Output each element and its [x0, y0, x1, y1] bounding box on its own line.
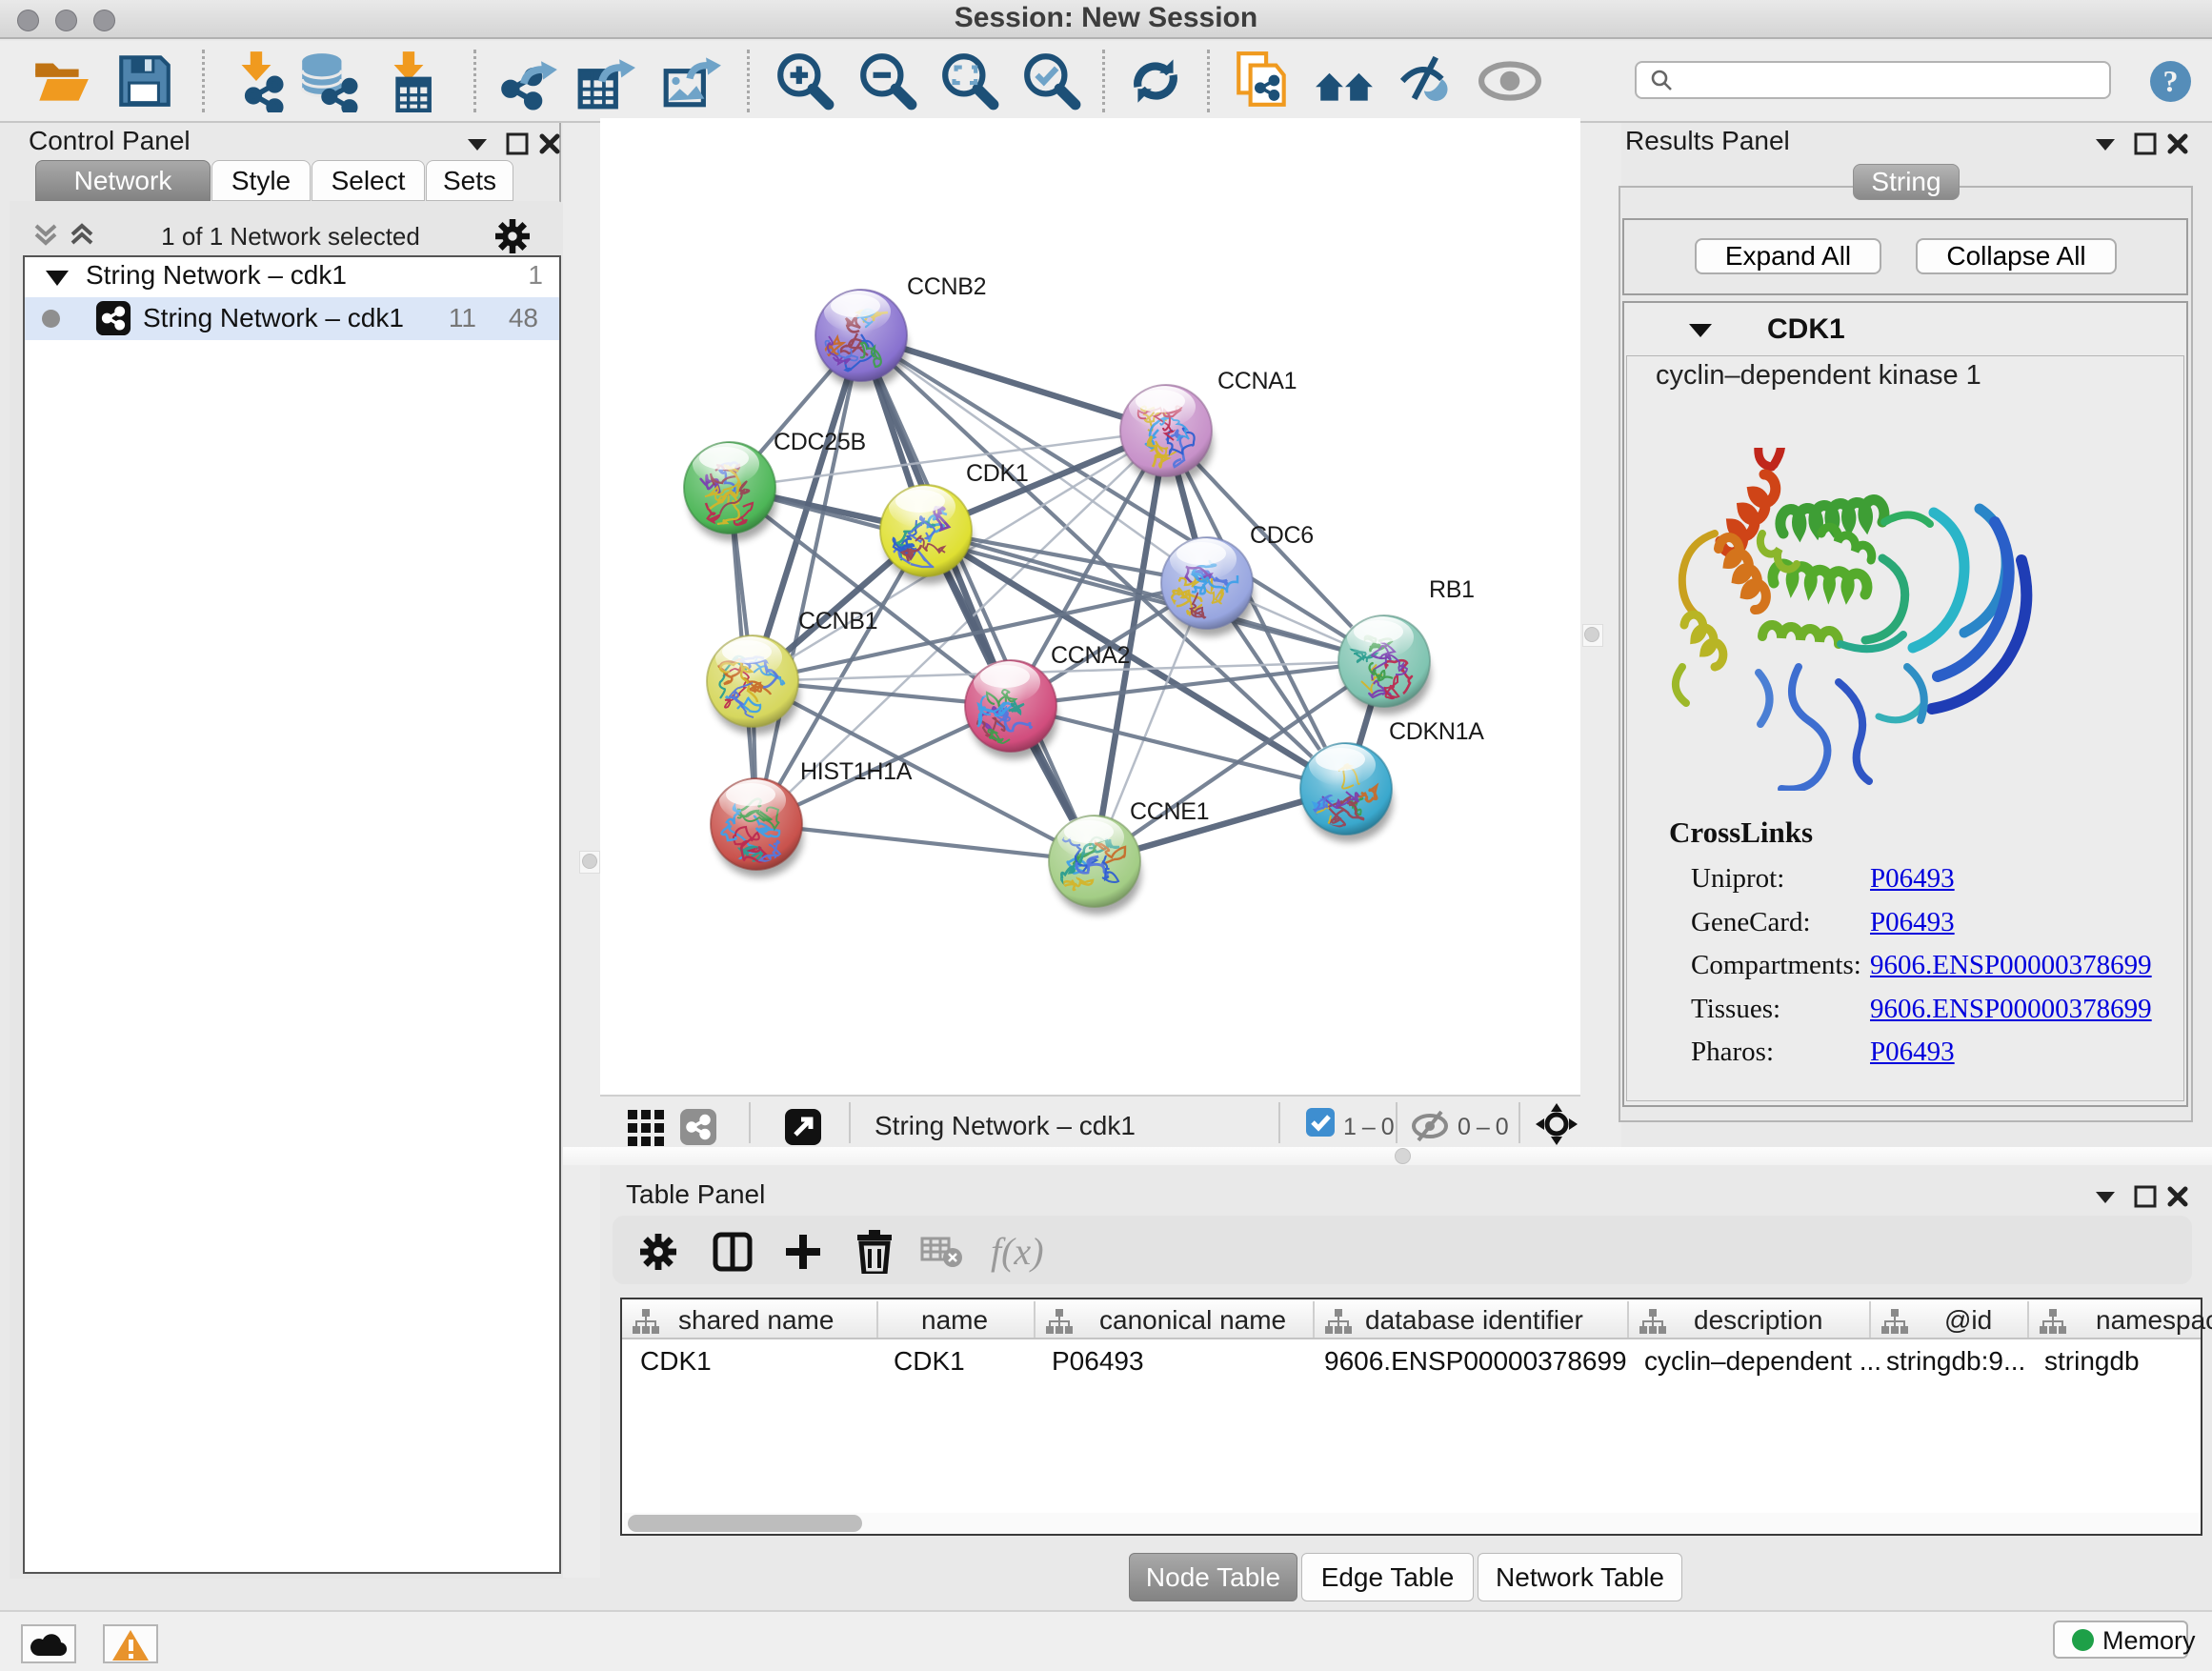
svg-text:CCNA1: CCNA1 — [1217, 368, 1297, 394]
svg-text:CCNB1: CCNB1 — [798, 608, 877, 634]
svg-text:?: ? — [2163, 64, 2179, 98]
svg-text:HIST1H1A: HIST1H1A — [800, 758, 913, 785]
svg-text:CCNB2: CCNB2 — [907, 273, 986, 300]
svg-text:CDC6: CDC6 — [1250, 522, 1314, 549]
svg-text:CDC25B: CDC25B — [774, 429, 866, 455]
svg-text:CDK1: CDK1 — [966, 460, 1029, 487]
svg-text:RB1: RB1 — [1429, 576, 1475, 603]
svg-text:CDKN1A: CDKN1A — [1389, 718, 1484, 745]
svg-text:CCNA2: CCNA2 — [1051, 642, 1130, 669]
svg-text:CCNE1: CCNE1 — [1130, 798, 1209, 825]
